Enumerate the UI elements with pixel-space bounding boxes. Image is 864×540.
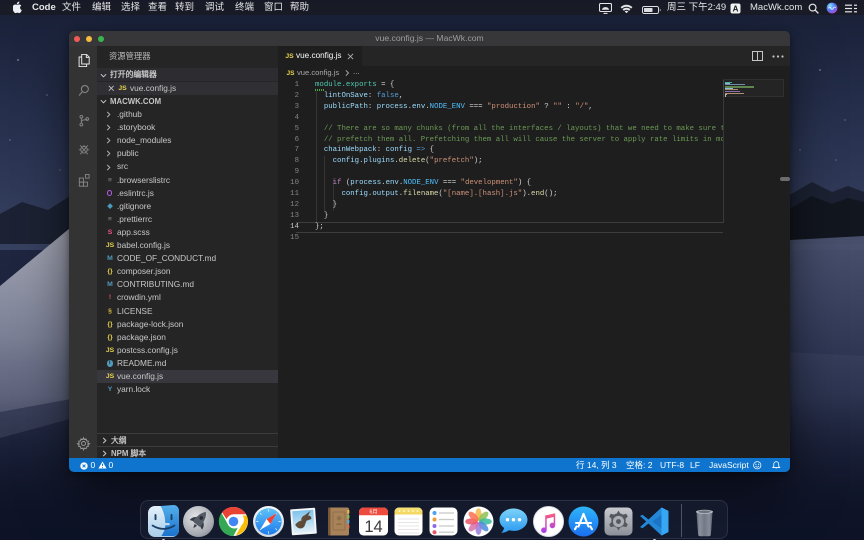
svg-text:14: 14 [364, 518, 382, 536]
svg-text:6月: 6月 [369, 508, 377, 515]
svg-text:A: A [733, 4, 739, 13]
